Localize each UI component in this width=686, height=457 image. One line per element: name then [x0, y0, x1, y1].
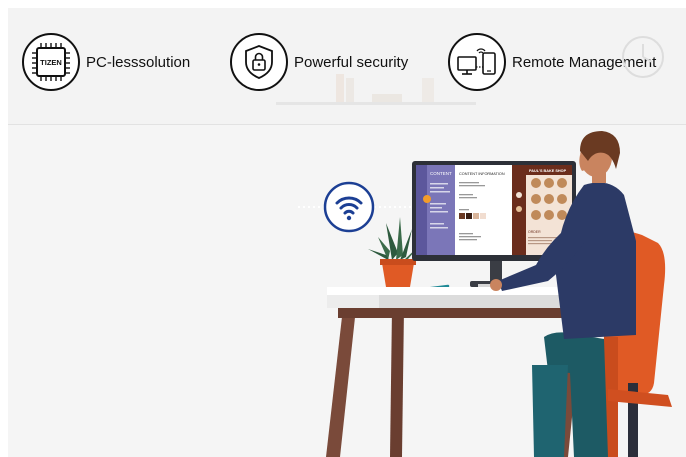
faded-clock	[622, 36, 664, 78]
tizen-chip-icon: TIZEN	[22, 33, 80, 91]
screen-sidebar-title: CONTENT	[430, 171, 452, 176]
feature-band: TIZEN PC-lesssolution Powerful security	[8, 8, 686, 125]
office-scene: CONTENT CONTENT INFORMATION PAUL'S BAKE …	[298, 131, 672, 457]
office-illustration: CONTENT CONTENT INFORMATION PAUL'S BAKE …	[8, 125, 686, 457]
feature-label: PC-lesssolution	[86, 53, 191, 71]
screen-menu-title: PAUL'S BAKE SHOP	[529, 169, 567, 173]
screen-panel-title: CONTENT INFORMATION	[459, 172, 505, 176]
tizen-chip-text: TIZEN	[40, 58, 62, 67]
screen-order-label: ORDER	[528, 230, 541, 234]
faded-shelf	[276, 74, 476, 105]
feature-pc-less: TIZEN PC-lesssolution	[22, 32, 190, 92]
wifi-icon	[323, 181, 375, 233]
banner-frame: TIZEN PC-lesssolution Powerful security	[8, 8, 686, 457]
